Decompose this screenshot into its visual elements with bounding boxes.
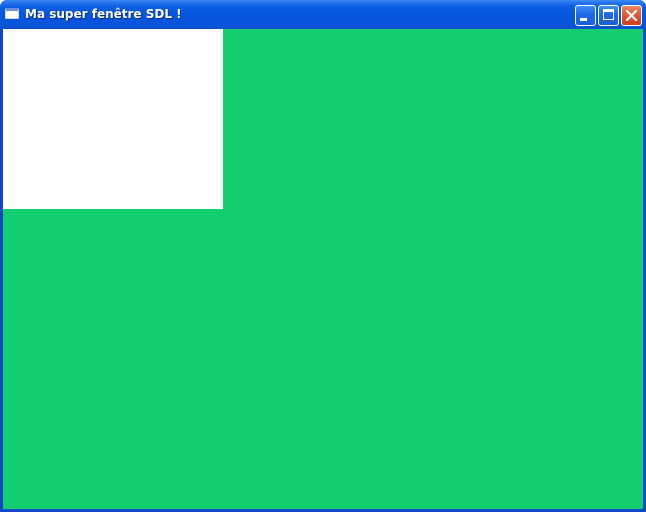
title-bar[interactable]: Ma super fenêtre SDL ! (0, 0, 646, 29)
maximize-icon (603, 9, 614, 20)
close-icon (625, 9, 638, 22)
sdl-render-surface[interactable] (3, 29, 643, 509)
white-rectangle (3, 29, 223, 209)
minimize-icon (580, 18, 587, 21)
window-app-icon[interactable] (5, 8, 19, 19)
minimize-button[interactable] (575, 5, 596, 26)
maximize-button[interactable] (598, 5, 619, 26)
window-title: Ma super fenêtre SDL ! (25, 7, 182, 21)
close-button[interactable] (621, 5, 642, 26)
app-window: Ma super fenêtre SDL ! (0, 0, 646, 512)
